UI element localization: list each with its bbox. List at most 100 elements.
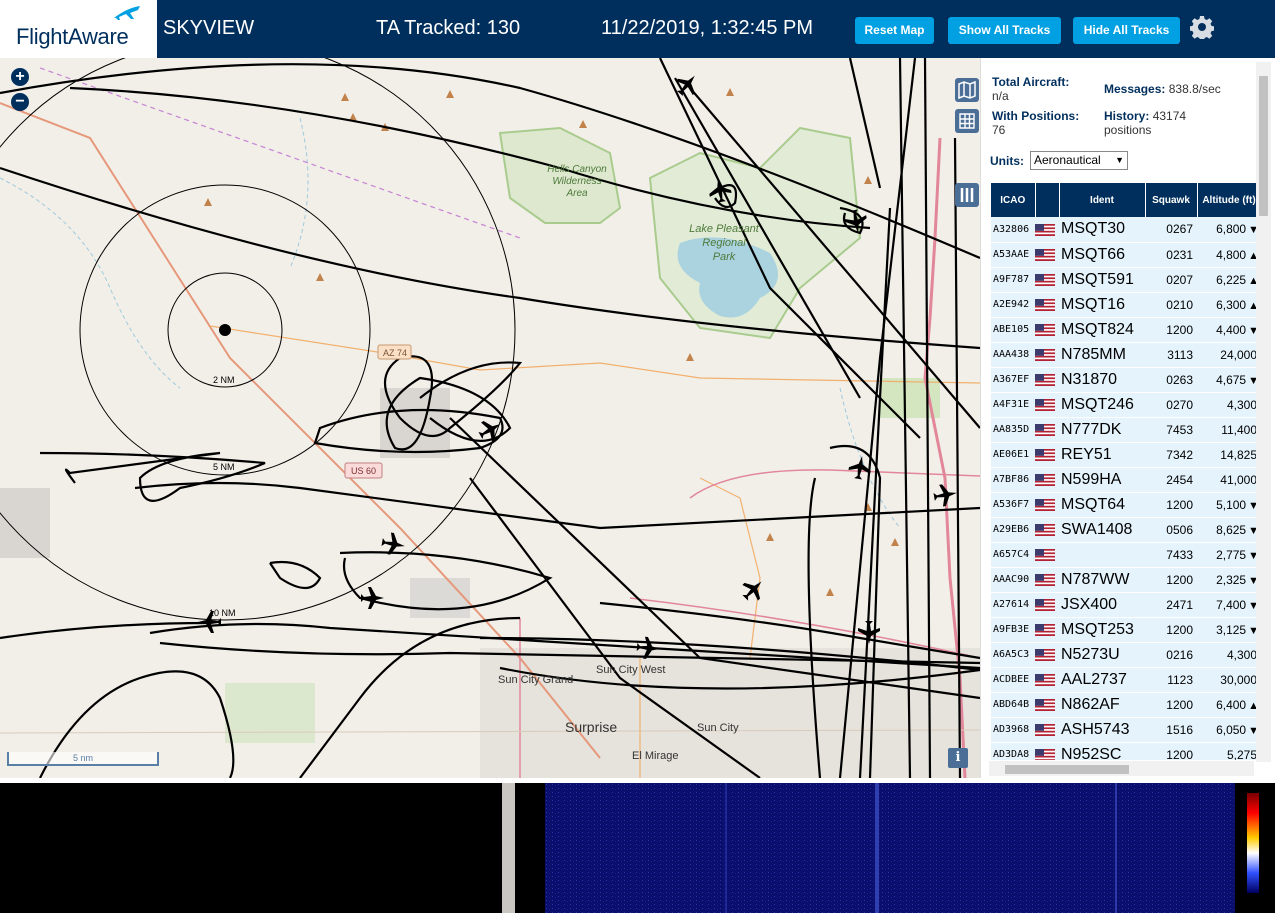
icao-cell: A53AAE	[991, 242, 1035, 268]
zoom-out-button[interactable]: −	[11, 93, 29, 111]
logo-text: FlightAware	[16, 24, 129, 49]
table-row[interactable]: A2E942 MSQT16 0210 6,300 ▲	[991, 292, 1261, 318]
squawk-cell: 0267	[1145, 217, 1197, 243]
scale-bar: 5 nm	[7, 752, 159, 766]
place-sun-city-grand: Sun City Grand	[498, 674, 573, 686]
table-row[interactable]: A7BF86 N599HA 2454 41,000	[991, 467, 1261, 493]
table-row[interactable]: AD3DA8 N952SC 1200 5,275	[991, 742, 1261, 760]
units-select[interactable]: Aeronautical ▼	[1030, 151, 1128, 170]
grid-toggle-button[interactable]	[955, 109, 979, 133]
flag-cell	[1035, 417, 1059, 443]
icao-cell: ACDBEE	[991, 667, 1035, 693]
squawk-cell: 0231	[1145, 242, 1197, 268]
table-row[interactable]: ABE105 MSQT824 1200 4,400 ▼	[991, 317, 1261, 343]
squawk-cell: 1200	[1145, 492, 1197, 518]
us-flag-icon	[1035, 574, 1055, 587]
column-toggle-button[interactable]	[955, 183, 979, 207]
flag-cell	[1035, 567, 1059, 593]
wilderness-label-1: Hells Canyon	[547, 164, 607, 175]
panel-divider[interactable]	[502, 783, 515, 913]
col-icao[interactable]: ICAO	[991, 183, 1036, 217]
ident-cell: MSQT66	[1059, 242, 1145, 268]
table-row[interactable]: AAA438 N785MM 3113 24,000	[991, 342, 1261, 368]
table-row[interactable]: AA835D N777DK 7453 11,400	[991, 417, 1261, 443]
horizontal-scrollbar[interactable]	[989, 761, 1254, 776]
table-row[interactable]: A9F787 MSQT591 0207 6,225 ▲	[991, 267, 1261, 293]
clock: 11/22/2019, 1:32:45 PM	[601, 17, 814, 39]
ident-cell: N5273U	[1059, 642, 1145, 668]
wilderness-label-2: Wilderness	[552, 176, 601, 187]
reset-map-button[interactable]: Reset Map	[855, 17, 934, 44]
vertical-scrollbar[interactable]	[1256, 62, 1271, 762]
icao-cell: ABE105	[991, 317, 1035, 343]
col-altitude[interactable]: Altitude (ft)	[1197, 183, 1261, 217]
squawk-cell: 0263	[1145, 367, 1197, 393]
squawk-cell: 7453	[1145, 417, 1197, 443]
table-row[interactable]: A6A5C3 N5273U 0216 4,300	[991, 642, 1261, 668]
hide-all-tracks-button[interactable]: Hide All Tracks	[1073, 17, 1180, 44]
table-row[interactable]: A536F7 MSQT64 1200 5,100 ▼	[991, 492, 1261, 518]
road-label-us60: US 60	[351, 466, 376, 476]
us-flag-icon	[1035, 524, 1055, 537]
altitude-cell: 6,225 ▲	[1197, 267, 1261, 293]
table-row[interactable]: AD3968 ASH5743 1516 6,050 ▼	[991, 717, 1261, 743]
us-flag-icon	[1035, 624, 1055, 637]
altitude-cell: 4,300	[1197, 642, 1261, 668]
col-ident[interactable]: Ident	[1059, 183, 1146, 217]
table-row[interactable]: A9FB3E MSQT253 1200 3,125 ▼	[991, 617, 1261, 643]
table-row[interactable]: A27614 JSX400 2471 7,400 ▼	[991, 592, 1261, 618]
us-flag-icon	[1035, 249, 1055, 262]
flag-cell	[1035, 742, 1059, 760]
col-squawk[interactable]: Squawk	[1145, 183, 1198, 217]
ident-cell	[1059, 542, 1145, 568]
squawk-cell: 1123	[1145, 667, 1197, 693]
show-all-tracks-button[interactable]: Show All Tracks	[948, 17, 1061, 44]
map-view[interactable]: Hells Canyon Wilderness Area Lake Pleasa…	[0, 58, 980, 778]
table-row[interactable]: AAAC90 N787WW 1200 2,325 ▼	[991, 567, 1261, 593]
squawk-cell: 7433	[1145, 542, 1197, 568]
range-label-5nm: 5 NM	[213, 462, 235, 472]
flag-cell	[1035, 517, 1059, 543]
map-icon	[958, 80, 976, 100]
grid-icon	[959, 113, 975, 129]
table-row[interactable]: ABD64B N862AF 1200 6,400 ▲	[991, 692, 1261, 718]
table-row[interactable]: A657C4 7433 2,775 ▼	[991, 542, 1261, 568]
messages-stat: Messages: 838.8/sec	[1104, 82, 1221, 96]
table-row[interactable]: ACDBEE AAL2737 1123 30,000	[991, 667, 1261, 693]
squawk-cell: 2454	[1145, 467, 1197, 493]
zoom-in-button[interactable]: +	[11, 68, 29, 86]
table-row[interactable]: AE06E1 REY51 7342 14,825	[991, 442, 1261, 468]
info-button[interactable]: i	[948, 748, 968, 768]
icao-cell: A9FB3E	[991, 617, 1035, 643]
squawk-cell: 1200	[1145, 317, 1197, 343]
map-layers-button[interactable]	[955, 78, 979, 102]
col-flag[interactable]	[1035, 183, 1060, 217]
flag-cell	[1035, 692, 1059, 718]
table-row[interactable]: A4F31E MSQT246 0270 4,300	[991, 392, 1261, 418]
table-header: ICAO Ident Squawk Altitude (ft)	[991, 183, 1261, 217]
road-label-az74: AZ 74	[383, 348, 407, 358]
icao-cell: A32806	[991, 217, 1035, 243]
ident-cell: MSQT64	[1059, 492, 1145, 518]
altitude-cell: 6,800 ▼	[1197, 217, 1261, 243]
aircraft-sidebar: Total Aircraft: n/a Messages: 838.8/sec …	[980, 58, 1275, 778]
table-row[interactable]: A367EF N31870 0263 4,675 ▼	[991, 367, 1261, 393]
flightaware-logo[interactable]: FlightAware	[0, 0, 157, 58]
us-flag-icon	[1035, 449, 1055, 462]
ident-cell: SWA1408	[1059, 517, 1145, 543]
flag-cell	[1035, 242, 1059, 268]
icao-cell: A29EB6	[991, 517, 1035, 543]
gear-icon[interactable]	[1190, 15, 1214, 39]
table-row[interactable]: A32806 MSQT30 0267 6,800 ▼	[991, 217, 1261, 243]
table-row[interactable]: A29EB6 SWA1408 0506 8,625 ▼	[991, 517, 1261, 543]
ident-cell: MSQT591	[1059, 267, 1145, 293]
place-el-mirage: El Mirage	[632, 750, 678, 762]
squawk-cell: 0216	[1145, 642, 1197, 668]
map-canvas: Hells Canyon Wilderness Area Lake Pleasa…	[0, 58, 980, 778]
flag-cell	[1035, 367, 1059, 393]
ident-cell: N599HA	[1059, 467, 1145, 493]
table-row[interactable]: A53AAE MSQT66 0231 4,800 ▲	[991, 242, 1261, 268]
ident-cell: JSX400	[1059, 592, 1145, 618]
flag-cell	[1035, 292, 1059, 318]
icao-cell: AAAC90	[991, 567, 1035, 593]
